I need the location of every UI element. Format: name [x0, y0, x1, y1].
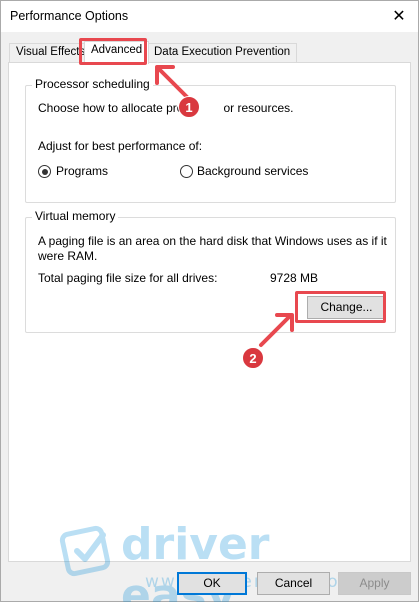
processor-scheduling-label: Processor scheduling: [32, 77, 153, 91]
change-button[interactable]: Change...: [307, 296, 386, 319]
virtual-memory-label: Virtual memory: [32, 209, 119, 223]
programs-radio-label[interactable]: Programs: [56, 164, 108, 178]
adjust-performance-label: Adjust for best performance of:: [38, 139, 203, 153]
ok-button[interactable]: OK: [177, 572, 247, 595]
tab-strip: Visual Effects Advanced Data Execution P…: [8, 41, 408, 64]
virtual-memory-description-line2: were RAM.: [38, 249, 98, 263]
background-services-radio-label[interactable]: Background services: [197, 164, 308, 178]
processor-description: Choose how to allocate pro or resources.: [38, 101, 294, 115]
cancel-button[interactable]: Cancel: [257, 572, 330, 595]
processor-scheduling-group: Processor scheduling Choose how to alloc…: [25, 77, 396, 203]
close-icon[interactable]: ✕: [390, 7, 408, 25]
window-title: Performance Options: [10, 9, 129, 23]
virtual-memory-description-line1: A paging file is an area on the hard dis…: [38, 234, 387, 248]
step-1-badge: 1: [178, 96, 200, 118]
total-paging-size-value: 9728 MB: [270, 271, 319, 285]
tab-advanced[interactable]: Advanced: [84, 41, 150, 64]
apply-button: Apply: [338, 572, 411, 595]
tab-visual-effects[interactable]: Visual Effects: [9, 43, 93, 62]
virtual-memory-group: Virtual memory A paging file is an area …: [25, 209, 396, 333]
step-2-badge: 2: [242, 347, 264, 369]
background-services-radio[interactable]: [180, 165, 193, 178]
title-bar: Performance Options ✕: [1, 1, 418, 32]
advanced-tab-panel: Processor scheduling Choose how to alloc…: [8, 62, 411, 562]
tab-data-execution-prevention[interactable]: Data Execution Prevention: [147, 43, 298, 62]
programs-radio[interactable]: [38, 165, 51, 178]
total-paging-size-label: Total paging file size for all drives:: [38, 271, 218, 285]
dialog-footer: OK Cancel Apply: [1, 562, 418, 602]
performance-options-window: Performance Options ✕ Visual Effects Adv…: [0, 0, 419, 602]
